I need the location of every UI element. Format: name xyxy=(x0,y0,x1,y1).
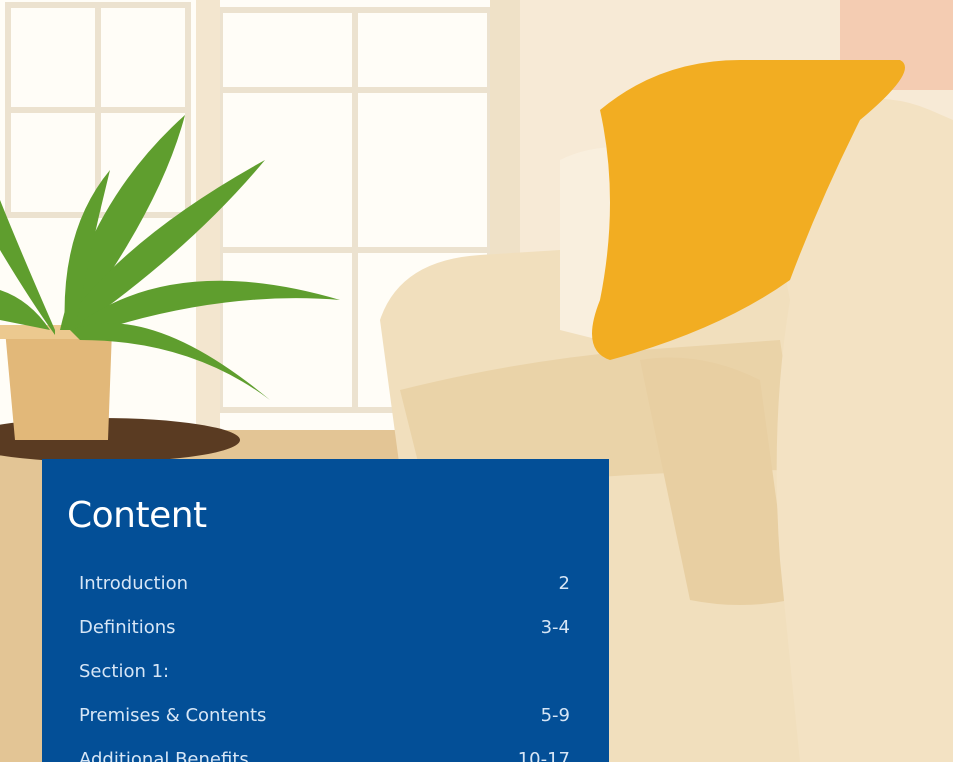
toc-entry[interactable]: Definitions 3-4 xyxy=(79,617,570,661)
toc-entry-label: Introduction xyxy=(79,573,189,594)
toc-entry: Section 1: xyxy=(79,661,570,705)
contents-panel: Content Introduction 2 Definitions 3-4 S… xyxy=(42,459,609,762)
plant-pot xyxy=(5,330,112,440)
toc-entry[interactable]: Premises & Contents 5-9 xyxy=(79,705,570,749)
toc-section-heading: Section 1: xyxy=(79,661,170,682)
toc-entry[interactable]: Additional Benefits 10-17 xyxy=(79,749,570,762)
toc-entry-page: 5-9 xyxy=(540,705,570,726)
toc-entry-label: Premises & Contents xyxy=(79,705,267,726)
toc-entry-page: 3-4 xyxy=(540,617,570,638)
contents-title: Content xyxy=(67,495,207,536)
table-of-contents: Introduction 2 Definitions 3-4 Section 1… xyxy=(79,573,570,762)
toc-entry[interactable]: Introduction 2 xyxy=(79,573,570,617)
toc-entry-page: 10-17 xyxy=(517,749,570,762)
toc-entry-label: Definitions xyxy=(79,617,176,638)
toc-entry-label: Additional Benefits xyxy=(79,749,249,762)
toc-entry-page: 2 xyxy=(558,573,570,594)
